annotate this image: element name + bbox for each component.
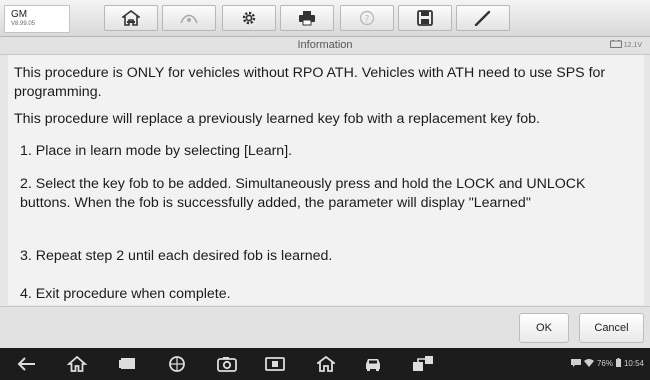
battery-icon (609, 40, 622, 50)
step-2: 2. Select the key fob to be added. Simul… (20, 176, 586, 211)
battery-voltage: 12.1V (609, 40, 642, 50)
voltage-value: 12.1V (623, 41, 642, 49)
info-bar: Information 12.1V (0, 37, 650, 55)
step-4: 4. Exit procedure when complete. (20, 286, 231, 302)
cancel-button[interactable]: Cancel (579, 313, 644, 343)
svg-text:?: ? (365, 15, 370, 25)
vci-button[interactable] (162, 5, 216, 31)
footer-bar: OK Cancel (0, 306, 650, 348)
paragraph-summary: This procedure will replace a previously… (14, 111, 540, 127)
print-button[interactable] (280, 5, 334, 31)
vehicle-info: GM V8.99.05 (4, 5, 70, 33)
vci-icon (178, 10, 200, 26)
help-button[interactable]: ? (340, 5, 394, 31)
software-version: V8.99.05 (11, 21, 36, 27)
back-icon[interactable] (14, 353, 40, 375)
save-icon (417, 10, 433, 26)
save-button[interactable] (398, 5, 452, 31)
settings-icon (240, 9, 258, 27)
camera-icon[interactable] (214, 353, 240, 375)
settings-button[interactable] (222, 5, 276, 31)
browser-icon[interactable] (164, 353, 190, 375)
vehicle-make: GM (11, 9, 28, 20)
message-icon (570, 358, 581, 369)
home-icon[interactable] (64, 353, 90, 375)
edit-button[interactable] (456, 5, 510, 31)
recents-icon[interactable] (114, 353, 140, 375)
system-nav-bar: 76% 10:54 (0, 348, 650, 380)
top-toolbar: GM V8.99.05 ? (0, 0, 650, 37)
battery-icon (615, 358, 621, 369)
maxi-home-icon[interactable] (313, 353, 339, 375)
car-icon[interactable] (360, 353, 386, 375)
vci-manager-icon[interactable] (410, 353, 436, 375)
page-title: Information (297, 39, 353, 51)
battery-percent: 76% (596, 359, 613, 368)
information-content[interactable]: This procedure is ONLY for vehicles with… (8, 55, 644, 305)
help-icon: ? (359, 10, 375, 26)
paragraph-intro: This procedure is ONLY for vehicles with… (14, 65, 606, 100)
home-button[interactable] (104, 5, 158, 31)
step-3: 3. Repeat step 2 until each desired fob … (20, 248, 333, 264)
home-icon (122, 10, 140, 26)
wifi-icon (583, 358, 594, 369)
step-1: 1. Place in learn mode by selecting [Lea… (20, 143, 293, 159)
clock: 10:54 (623, 359, 644, 368)
print-icon (298, 10, 316, 26)
ok-button[interactable]: OK (519, 313, 569, 343)
edit-icon (474, 10, 492, 26)
screen-capture-icon[interactable] (262, 353, 288, 375)
status-area: 76% 10:54 (570, 358, 644, 369)
